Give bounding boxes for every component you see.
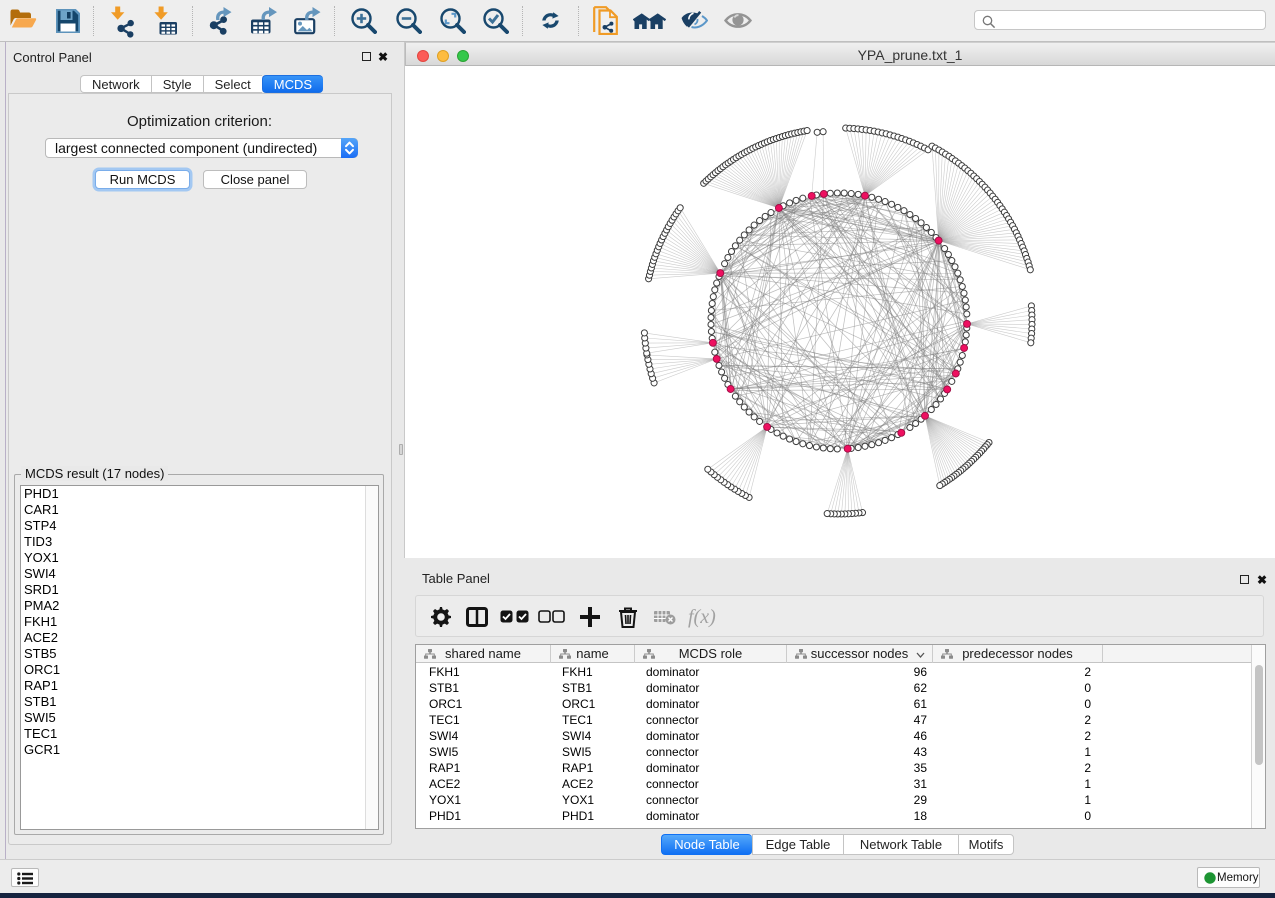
svg-text:f(x): f(x) [688, 606, 716, 628]
